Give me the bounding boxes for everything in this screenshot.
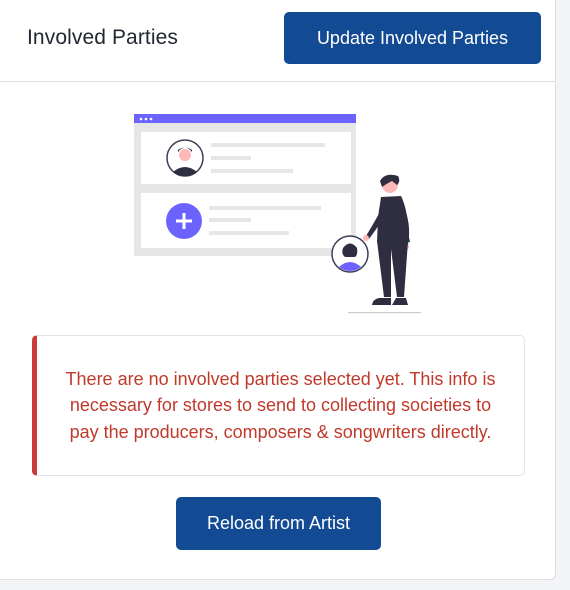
window-titlebar [134,114,356,123]
panel-title: Involved Parties [27,26,179,49]
empty-state-illustration [134,114,421,314]
person-icon [331,235,369,273]
involved-parties-panel: Involved Parties Update Involved Parties [0,0,556,580]
update-involved-parties-button[interactable]: Update Involved Parties [284,12,541,64]
alert-message: There are no involved parties selected y… [65,368,496,442]
person-icon [166,139,204,177]
reload-from-artist-button[interactable]: Reload from Artist [176,497,381,550]
empty-state-alert: There are no involved parties selected y… [32,335,525,476]
panel-header: Involved Parties Update Involved Parties [0,0,555,82]
plus-icon [166,203,202,239]
